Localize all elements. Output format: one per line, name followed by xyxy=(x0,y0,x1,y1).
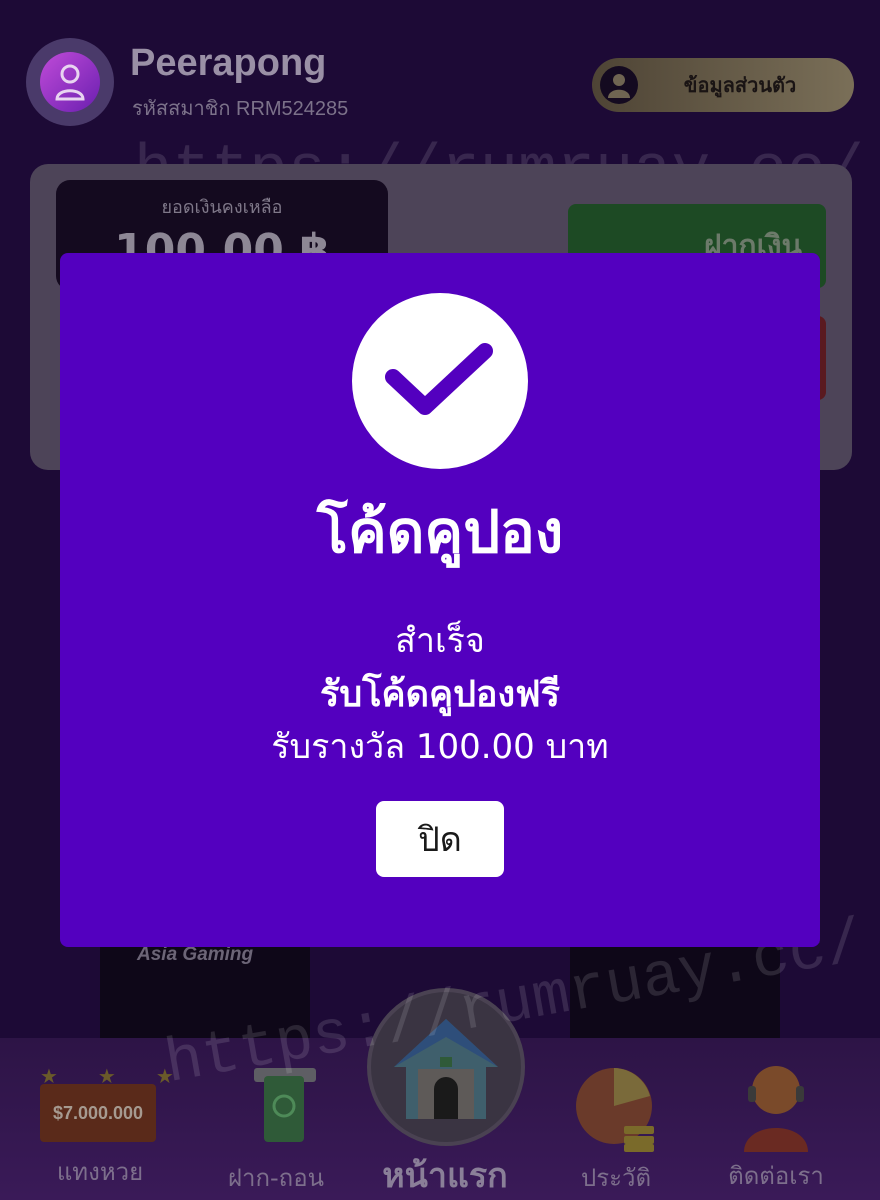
success-circle xyxy=(352,293,528,469)
modal-status-text: สำเร็จ xyxy=(395,621,485,661)
modal-coupon-text: รับโค้ดคูปองฟรี xyxy=(320,674,560,715)
coupon-success-modal: โค้ดคูปอง สำเร็จ รับโค้ดคูปองฟรี รับรางว… xyxy=(60,253,820,947)
close-button[interactable]: ปิด xyxy=(376,801,504,877)
modal-title: โค้ดคูปอง xyxy=(316,498,564,566)
check-icon xyxy=(385,343,493,415)
modal-reward-text: รับรางวัล 100.00 บาท xyxy=(271,727,609,767)
